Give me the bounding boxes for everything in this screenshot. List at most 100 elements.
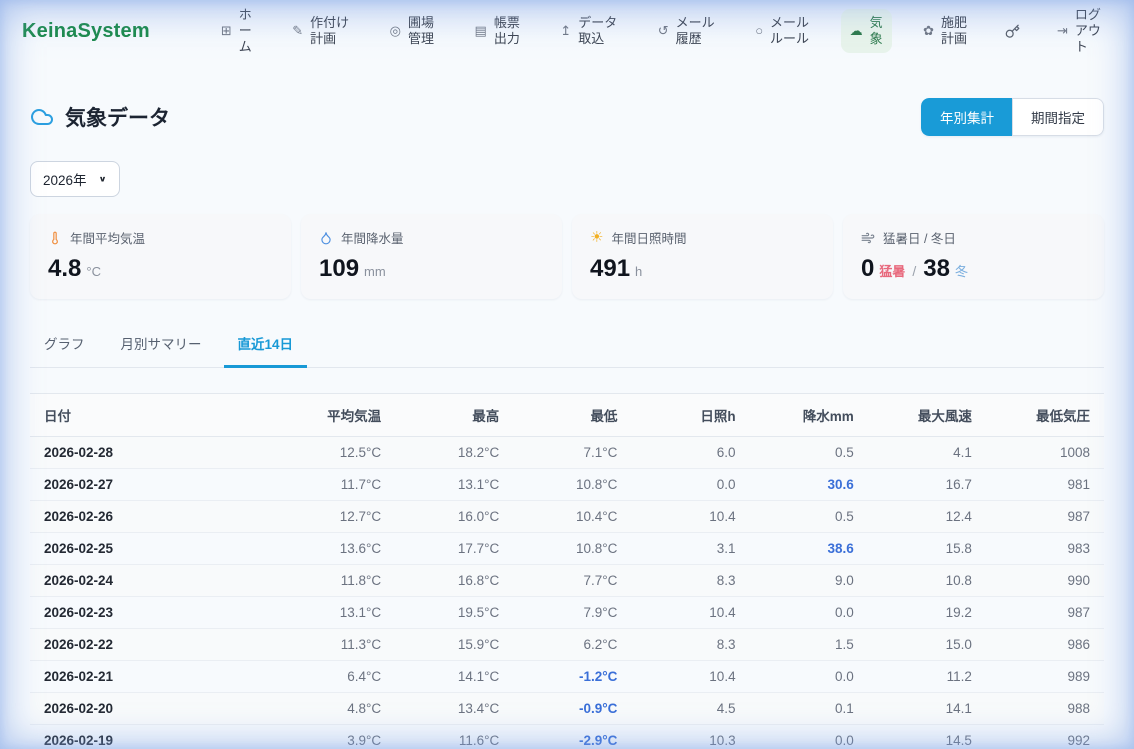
- top-navigation: KeinaSystem ⊞ ホ ー ム ✎ 作付け 計画 ◎ 圃場 管理 ▤ 帳…: [0, 0, 1134, 62]
- cell-rain: 0.0: [750, 725, 868, 749]
- nav-item-label: 圃場 管理: [408, 15, 434, 48]
- cell-sun: 3.1: [631, 533, 749, 565]
- table-row: 2026-02-2513.6°C17.7°C10.8°C3.138.615.89…: [30, 533, 1104, 565]
- nav-item-logout[interactable]: ⇥ ログ アウ ト: [1048, 1, 1110, 62]
- nav-item-report-output[interactable]: ▤ 帳票 出力: [466, 9, 529, 54]
- weather-table-body: 2026-02-2812.5°C18.2°C7.1°C6.00.54.11008…: [30, 437, 1104, 749]
- cell-avg: 13.1°C: [277, 597, 395, 629]
- cell-max: 16.0°C: [395, 501, 513, 533]
- nav-item-mail-history[interactable]: ↺ メール 履歴: [649, 9, 724, 54]
- home-icon: ⊞: [221, 23, 232, 39]
- upload-icon: ↥: [560, 23, 571, 39]
- cell-min: 6.2°C: [513, 629, 631, 661]
- nav-item-mail-rules[interactable]: ○ メール ルール: [746, 9, 818, 54]
- cell-pressure: 988: [986, 693, 1104, 725]
- card-unit: h: [635, 264, 642, 279]
- cell-avg: 12.5°C: [277, 437, 395, 469]
- card-annual-rainfall: 年間降水量 109 mm: [301, 214, 562, 299]
- cell-date: 2026-02-23: [30, 597, 277, 629]
- cell-sun: 0.0: [631, 469, 749, 501]
- view-mode-toggle: 年別集計 期間指定: [921, 98, 1104, 136]
- year-select[interactable]: 2026年 ∨: [30, 161, 120, 197]
- cell-max: 19.5°C: [395, 597, 513, 629]
- cell-sun: 10.4: [631, 661, 749, 693]
- cell-min: 7.1°C: [513, 437, 631, 469]
- password-key-button[interactable]: [999, 18, 1026, 45]
- nav-item-field-management[interactable]: ◎ 圃場 管理: [381, 9, 443, 54]
- nav-item-home[interactable]: ⊞ ホ ー ム: [212, 1, 261, 62]
- cell-max: 16.8°C: [395, 565, 513, 597]
- nav-item-fertilization-plan[interactable]: ✿ 施肥 計画: [914, 9, 976, 54]
- pencil-icon: ✎: [292, 23, 303, 39]
- nav-item-label: メール ルール: [770, 15, 809, 48]
- tab-last-14-days[interactable]: 直近14日: [224, 323, 308, 368]
- cell-rain: 9.0: [750, 565, 868, 597]
- tab-monthly-summary[interactable]: 月別サマリー: [107, 323, 216, 368]
- table-row: 2026-02-2411.8°C16.8°C7.7°C8.39.010.8990: [30, 565, 1104, 597]
- card-label: 年間降水量: [341, 228, 404, 247]
- nav-item-planting-plan[interactable]: ✎ 作付け 計画: [283, 9, 358, 54]
- cell-max: 11.6°C: [395, 725, 513, 749]
- tab-graph[interactable]: グラフ: [30, 323, 99, 368]
- cell-pressure: 983: [986, 533, 1104, 565]
- card-label: 年間平均気温: [70, 228, 145, 247]
- table-row: 2026-02-2211.3°C15.9°C6.2°C8.31.515.0986: [30, 629, 1104, 661]
- cell-pressure: 987: [986, 501, 1104, 533]
- weather-table: 日付 平均気温 最高 最低 日照h 降水mm 最大風速 最低気圧 2026-02…: [30, 393, 1104, 749]
- table-row: 2026-02-193.9°C11.6°C-2.9°C10.30.014.599…: [30, 725, 1104, 749]
- cell-pressure: 1008: [986, 437, 1104, 469]
- cell-date: 2026-02-20: [30, 693, 277, 725]
- nav-item-label: メール 履歴: [676, 15, 715, 48]
- cell-wind: 19.2: [868, 597, 986, 629]
- cell-wind: 14.5: [868, 725, 986, 749]
- cell-wind: 10.8: [868, 565, 986, 597]
- map-pin-icon: ◎: [390, 23, 401, 39]
- nav-item-label: ホ ー ム: [239, 7, 252, 56]
- card-annual-sunshine: ☀ 年間日照時間 491 h: [572, 214, 833, 299]
- cell-rain: 38.6: [750, 533, 868, 565]
- card-unit: mm: [364, 264, 386, 279]
- cell-rain: 0.5: [750, 437, 868, 469]
- table-row: 2026-02-2612.7°C16.0°C10.4°C10.40.512.49…: [30, 501, 1104, 533]
- nav-item-weather[interactable]: ☁ 気 象: [841, 9, 892, 54]
- table-header-row: 日付 平均気温 最高 最低 日照h 降水mm 最大風速 最低気圧: [30, 394, 1104, 437]
- cell-date: 2026-02-27: [30, 469, 277, 501]
- cell-date: 2026-02-25: [30, 533, 277, 565]
- nav-item-data-import[interactable]: ↥ データ 取込: [551, 9, 626, 54]
- cell-wind: 15.0: [868, 629, 986, 661]
- sun-icon: ☀: [590, 230, 603, 245]
- hot-days-label: 猛暑: [879, 261, 905, 280]
- page-header: 気象データ 年別集計 期間指定: [30, 98, 1104, 136]
- cell-min: -2.9°C: [513, 725, 631, 749]
- nav-item-label: 帳票 出力: [494, 15, 520, 48]
- cell-avg: 11.3°C: [277, 629, 395, 661]
- cell-wind: 4.1: [868, 437, 986, 469]
- cell-min: -0.9°C: [513, 693, 631, 725]
- yearly-summary-button[interactable]: 年別集計: [921, 98, 1012, 136]
- main-content: 気象データ 年別集計 期間指定 2026年 ∨ 年間平均気温 4.8 °C: [0, 98, 1134, 749]
- cell-date: 2026-02-24: [30, 565, 277, 597]
- nav-item-label: ログ アウ ト: [1075, 7, 1101, 56]
- card-value: 4.8: [48, 255, 81, 283]
- key-icon: [1005, 24, 1020, 39]
- card-extreme-days: 猛暑日 / 冬日 0 猛暑 / 38 冬: [843, 214, 1104, 299]
- logout-icon: ⇥: [1057, 23, 1068, 39]
- plant-icon: ✿: [923, 23, 934, 39]
- cell-avg: 12.7°C: [277, 501, 395, 533]
- cell-avg: 13.6°C: [277, 533, 395, 565]
- cell-avg: 11.8°C: [277, 565, 395, 597]
- cell-avg: 6.4°C: [277, 661, 395, 693]
- period-select-button[interactable]: 期間指定: [1012, 98, 1104, 136]
- col-sunshine: 日照h: [631, 394, 749, 437]
- section-tabs: グラフ 月別サマリー 直近14日: [30, 323, 1104, 368]
- cell-max: 13.4°C: [395, 693, 513, 725]
- cell-rain: 1.5: [750, 629, 868, 661]
- table-row: 2026-02-2313.1°C19.5°C7.9°C10.40.019.298…: [30, 597, 1104, 629]
- stat-cards: 年間平均気温 4.8 °C 年間降水量 109 mm ☀ 年間日照時間: [30, 214, 1104, 299]
- card-value: 491: [590, 255, 630, 283]
- cell-pressure: 981: [986, 469, 1104, 501]
- cell-rain: 0.5: [750, 501, 868, 533]
- weather-table-container: 日付 平均気温 最高 最低 日照h 降水mm 最大風速 最低気圧 2026-02…: [30, 393, 1104, 749]
- cell-wind: 15.8: [868, 533, 986, 565]
- col-min-pressure: 最低気圧: [986, 394, 1104, 437]
